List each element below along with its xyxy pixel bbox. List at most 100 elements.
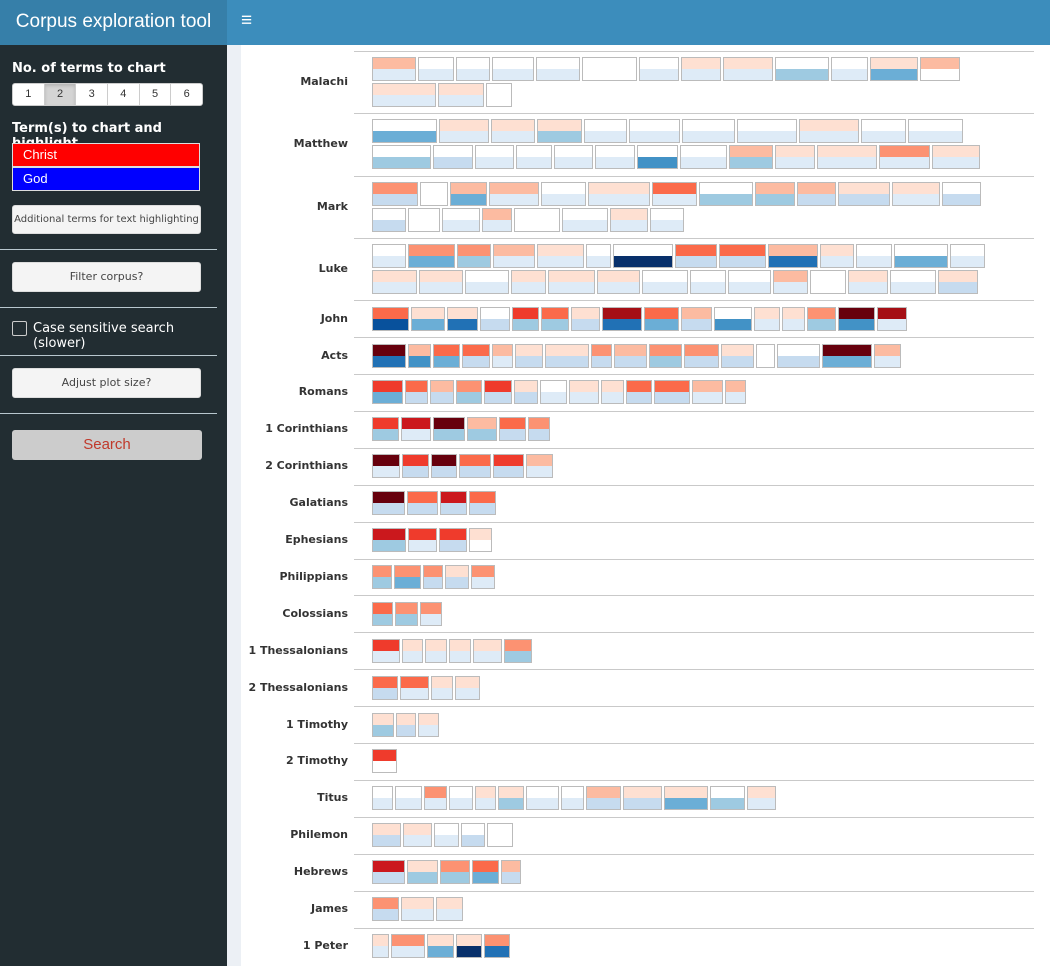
- chapter-cell[interactable]: [892, 181, 940, 206]
- chapter-cell[interactable]: [372, 83, 436, 108]
- chapter-cell[interactable]: [418, 57, 454, 82]
- chapter-cell[interactable]: [487, 823, 513, 848]
- chapter-cell[interactable]: [424, 786, 447, 811]
- chapter-cell[interactable]: [498, 786, 524, 811]
- chapter-cell[interactable]: [586, 244, 611, 269]
- chapter-cell[interactable]: [942, 181, 981, 206]
- chapter-cell[interactable]: [465, 270, 509, 295]
- chapter-cell[interactable]: [822, 343, 872, 368]
- chapter-cell[interactable]: [516, 145, 552, 170]
- chapter-cell[interactable]: [537, 244, 584, 269]
- chapter-cell[interactable]: [457, 244, 491, 269]
- chapter-cell[interactable]: [433, 343, 460, 368]
- chapter-cell[interactable]: [407, 860, 438, 885]
- chapter-cell[interactable]: [489, 181, 539, 206]
- terms-count-option-2[interactable]: 2: [44, 84, 77, 105]
- chapter-cell[interactable]: [629, 119, 680, 144]
- chapter-cell[interactable]: [681, 306, 712, 331]
- chapter-cell[interactable]: [545, 343, 589, 368]
- chapter-cell[interactable]: [719, 244, 766, 269]
- chapter-cell[interactable]: [561, 786, 584, 811]
- chapter-cell[interactable]: [728, 270, 771, 295]
- chapter-cell[interactable]: [456, 933, 482, 958]
- chapter-cell[interactable]: [372, 749, 397, 774]
- chapter-cell[interactable]: [434, 823, 459, 848]
- chapter-cell[interactable]: [838, 181, 890, 206]
- chapter-cell[interactable]: [408, 244, 455, 269]
- chapter-cell[interactable]: [652, 181, 697, 206]
- chapter-cell[interactable]: [499, 417, 526, 442]
- chapter-cell[interactable]: [372, 601, 393, 626]
- chapter-cell[interactable]: [799, 119, 859, 144]
- chapter-cell[interactable]: [894, 244, 948, 269]
- chapter-cell[interactable]: [644, 306, 679, 331]
- hamburger-icon[interactable]: ≡: [241, 10, 252, 32]
- chapter-cell[interactable]: [440, 491, 467, 516]
- search-button[interactable]: Search: [12, 430, 202, 460]
- chapter-cell[interactable]: [492, 343, 513, 368]
- chapter-cell[interactable]: [591, 343, 612, 368]
- chapter-cell[interactable]: [493, 454, 524, 479]
- chapter-cell[interactable]: [723, 57, 773, 82]
- chapter-cell[interactable]: [838, 306, 875, 331]
- chapter-cell[interactable]: [737, 119, 797, 144]
- chapter-cell[interactable]: [431, 675, 453, 700]
- terms-count-option-6[interactable]: 6: [171, 84, 202, 105]
- chapter-cell[interactable]: [372, 823, 401, 848]
- chapter-cell[interactable]: [541, 306, 569, 331]
- chapter-cell[interactable]: [473, 638, 502, 663]
- chapter-cell[interactable]: [372, 57, 416, 82]
- chapter-cell[interactable]: [623, 786, 662, 811]
- chapter-cell[interactable]: [423, 564, 443, 589]
- chapter-cell[interactable]: [456, 380, 482, 405]
- chapter-cell[interactable]: [908, 119, 963, 144]
- term-input-christ[interactable]: Christ: [12, 143, 200, 167]
- chapter-cell[interactable]: [831, 57, 868, 82]
- chapter-cell[interactable]: [372, 145, 431, 170]
- chapter-cell[interactable]: [439, 119, 489, 144]
- chapter-cell[interactable]: [408, 528, 437, 553]
- chapter-cell[interactable]: [411, 306, 445, 331]
- terms-count-option-3[interactable]: 3: [76, 84, 109, 105]
- chapter-cell[interactable]: [684, 343, 719, 368]
- chapter-cell[interactable]: [395, 601, 418, 626]
- chapter-cell[interactable]: [554, 145, 593, 170]
- chapter-cell[interactable]: [755, 181, 795, 206]
- chapter-cell[interactable]: [714, 306, 752, 331]
- case-sensitive-checkbox[interactable]: [12, 321, 27, 336]
- chapter-cell[interactable]: [569, 380, 599, 405]
- chapter-cell[interactable]: [456, 57, 490, 82]
- chapter-cell[interactable]: [436, 897, 463, 922]
- terms-count-option-5[interactable]: 5: [140, 84, 172, 105]
- chapter-cell[interactable]: [469, 491, 496, 516]
- chapter-cell[interactable]: [395, 786, 422, 811]
- chapter-cell[interactable]: [425, 638, 447, 663]
- chapter-cell[interactable]: [459, 454, 491, 479]
- chapter-cell[interactable]: [402, 638, 423, 663]
- adjust-plot-size-button[interactable]: Adjust plot size?: [12, 368, 201, 398]
- terms-count-option-4[interactable]: 4: [108, 84, 140, 105]
- chapter-cell[interactable]: [782, 306, 805, 331]
- chapter-cell[interactable]: [582, 57, 637, 82]
- chapter-cell[interactable]: [405, 380, 428, 405]
- chapter-cell[interactable]: [610, 207, 648, 232]
- chapter-cell[interactable]: [562, 207, 608, 232]
- chapter-cell[interactable]: [768, 244, 818, 269]
- chapter-cell[interactable]: [680, 145, 727, 170]
- chapter-cell[interactable]: [613, 244, 673, 269]
- chapter-cell[interactable]: [430, 380, 454, 405]
- chapter-cell[interactable]: [571, 306, 600, 331]
- chapter-cell[interactable]: [433, 145, 473, 170]
- chapter-cell[interactable]: [675, 244, 717, 269]
- chapter-cell[interactable]: [874, 343, 901, 368]
- chapter-cell[interactable]: [861, 119, 906, 144]
- chapter-cell[interactable]: [654, 380, 690, 405]
- chapter-cell[interactable]: [820, 244, 854, 269]
- chapter-cell[interactable]: [450, 181, 487, 206]
- chapter-cell[interactable]: [427, 933, 454, 958]
- chapter-cell[interactable]: [639, 57, 679, 82]
- chapter-cell[interactable]: [514, 380, 538, 405]
- chapter-cell[interactable]: [664, 786, 708, 811]
- filter-corpus-button[interactable]: Filter corpus?: [12, 262, 201, 292]
- chapter-cell[interactable]: [586, 786, 621, 811]
